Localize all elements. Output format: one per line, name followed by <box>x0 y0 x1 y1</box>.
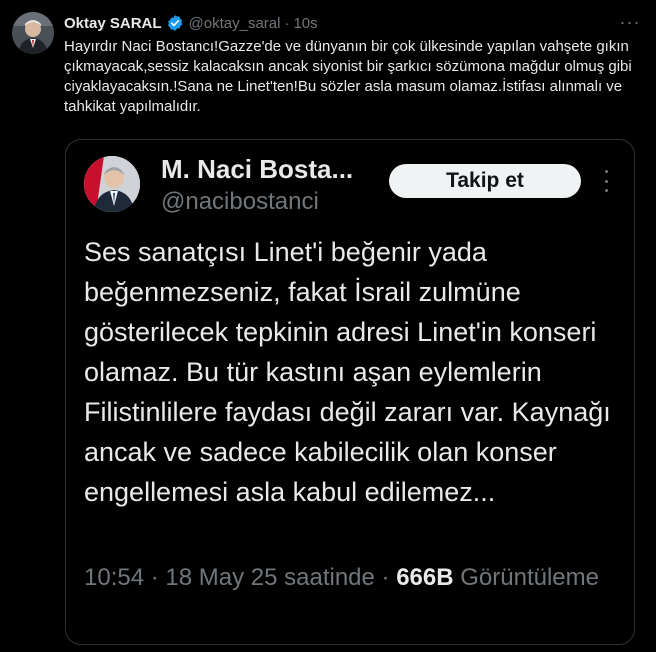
more-options-icon[interactable]: ··· <box>618 12 642 32</box>
separator-dot: · <box>284 14 290 32</box>
author-avatar[interactable] <box>12 12 54 54</box>
verified-badge-icon <box>166 14 184 32</box>
post-time[interactable]: 10s <box>293 15 317 32</box>
quoted-author-handle[interactable]: @nacibostanci <box>161 188 319 216</box>
author-handle[interactable]: @oktay_saral <box>189 15 281 32</box>
views-label: Görüntüleme <box>460 564 599 591</box>
quoted-post-timestamp[interactable]: 10:54 · 18 May 25 saatinde · <box>84 564 390 591</box>
quoted-post-text: Ses sanatçısı Linet'i beğenir yada beğen… <box>84 237 611 507</box>
quoted-post-meta: 10:54 · 18 May 25 saatinde · 666B Görünt… <box>84 560 604 596</box>
author-name[interactable]: Oktay SARAL <box>64 15 162 32</box>
post-text: Hayırdır Naci Bostancı!Gazze'de ve dünya… <box>64 38 632 115</box>
quoted-author-avatar[interactable] <box>84 156 140 212</box>
post-header: Oktay SARAL @oktay_saral · 10s <box>64 12 642 34</box>
quoted-more-options-icon[interactable] <box>598 170 614 192</box>
follow-button[interactable]: Takip et <box>389 164 581 198</box>
quoted-author-name[interactable]: M. Naci Bosta... <box>161 154 353 185</box>
quoted-post-card[interactable]: M. Naci Bosta... @nacibostanci Takip et … <box>65 139 635 645</box>
views-count: 666B <box>396 564 454 591</box>
